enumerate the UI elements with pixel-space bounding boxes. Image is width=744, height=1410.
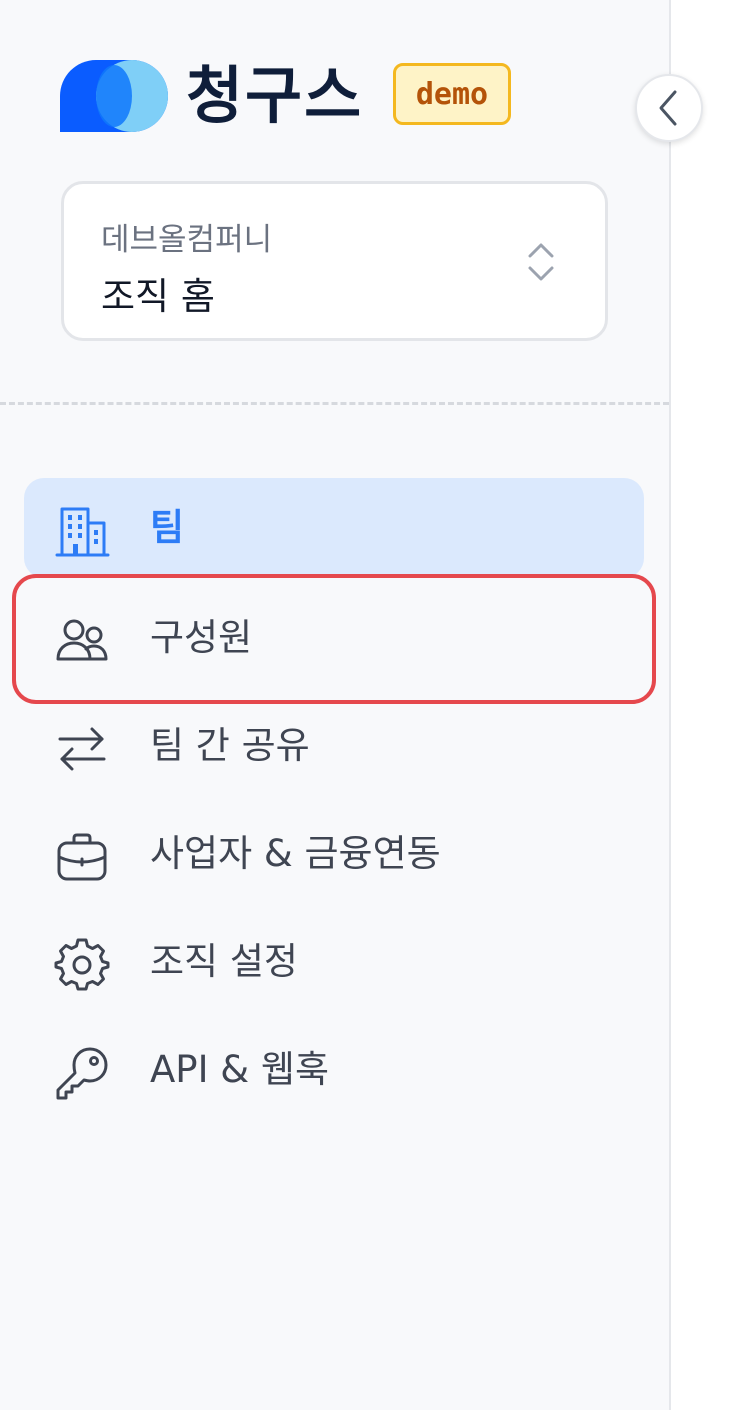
nav-item-team[interactable]: 팀 [24,478,644,578]
brand-logo[interactable]: 청구스 [60,60,363,132]
demo-badge: demo [393,63,511,125]
building-icon [55,507,110,557]
sidebar: 청구스 demo 데브올컴퍼니 조직 홈 팀 구성원 팀 간 공유 사업자 & … [0,0,671,1410]
nav-label-members: 구성원 [150,616,253,659]
chevron-up-down-icon [528,243,554,281]
brand-name: 청구스 [186,59,364,132]
org-name: 데브올컴퍼니 [101,222,273,258]
nav-item-api-webhook[interactable]: API & 웹훅 [24,1020,644,1120]
briefcase-icon [57,833,107,881]
nav-label-org-settings: 조직 설정 [150,940,298,983]
org-current-page: 조직 홈 [101,275,215,318]
brand-logo-icon [60,60,168,132]
nav-label-api-webhook: API & 웹훅 [150,1048,329,1091]
chevron-left-icon [659,90,677,126]
nav-label-team: 팀 [150,506,185,549]
key-icon [56,1047,108,1100]
nav-label-team-sharing: 팀 간 공유 [150,724,310,767]
users-icon [56,619,108,661]
sidebar-divider [0,402,669,405]
gear-icon [54,938,110,991]
nav-item-org-settings[interactable]: 조직 설정 [24,912,644,1012]
arrows-swap-icon [58,727,106,771]
org-selector[interactable]: 데브올컴퍼니 조직 홈 [61,181,608,341]
nav-item-team-sharing[interactable]: 팀 간 공유 [24,696,644,796]
nav-item-business-finance[interactable]: 사업자 & 금융연동 [24,804,644,904]
nav-label-business-finance: 사업자 & 금융연동 [150,832,441,875]
collapse-sidebar-button[interactable] [635,74,703,142]
nav-item-members[interactable]: 구성원 [24,588,644,688]
